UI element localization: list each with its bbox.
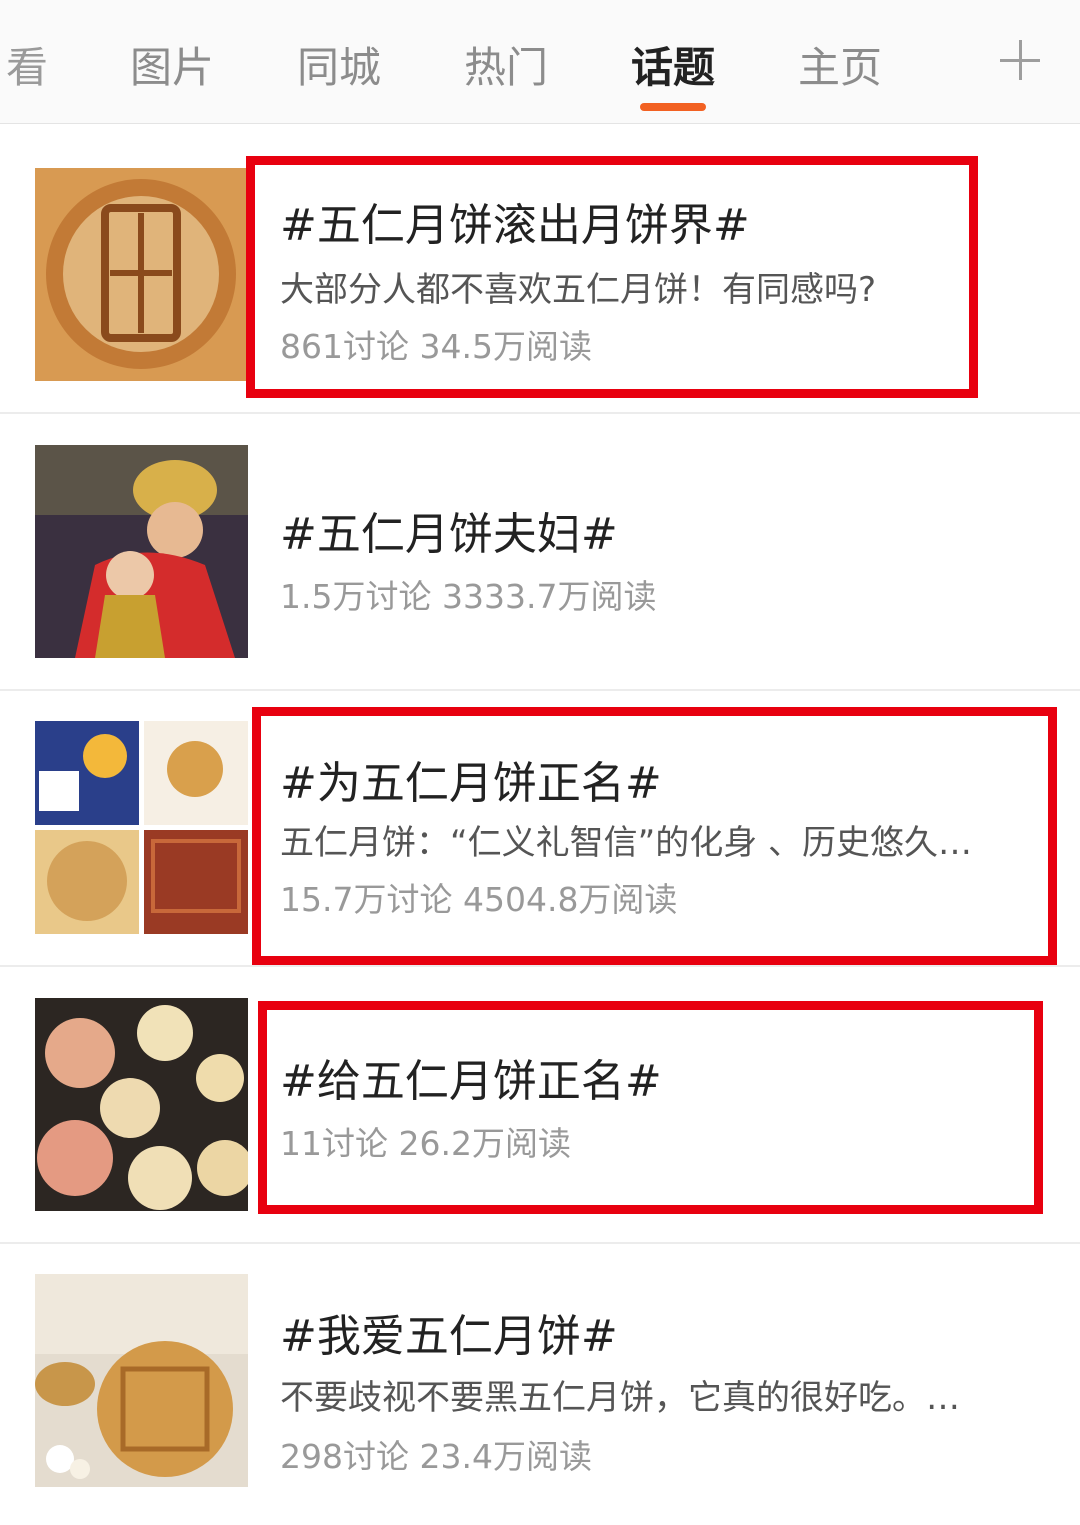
topic-thumbnail <box>35 1274 248 1487</box>
tab-label: 主页 <box>798 43 883 92</box>
tab-bar: 看 图片 同城 热门 话题 主页 <box>0 0 1080 124</box>
tab-homepage[interactable]: 主页 <box>798 40 882 96</box>
tab-label: 热门 <box>464 43 549 92</box>
topic-row[interactable]: #给五仁月饼正名# 11讨论 26.2万阅读 <box>0 967 1080 1242</box>
tab-partial-label: 看 <box>5 43 48 92</box>
topic-title: #我爱五仁月饼# <box>280 1311 618 1362</box>
topic-stats: 298讨论 23.4万阅读 <box>280 1437 592 1476</box>
highlight-box <box>258 1001 1043 1214</box>
tab-local[interactable]: 同城 <box>297 40 381 96</box>
topic-row[interactable]: #五仁月饼滚出月饼界# 大部分人都不喜欢五仁月饼！有同感吗? 861讨论 34.… <box>0 134 1080 412</box>
highlight-box <box>252 707 1057 965</box>
topic-thumbnail <box>35 168 248 381</box>
tab-topics[interactable]: 话题 <box>631 40 716 111</box>
add-tab-icon[interactable] <box>1000 40 1040 80</box>
topic-description: 不要歧视不要黑五仁月饼，它真的很好吃。… <box>280 1378 960 1418</box>
topic-thumbnail <box>35 998 248 1211</box>
tab-label: 图片 <box>130 43 215 92</box>
topic-thumbnail <box>35 721 248 934</box>
topic-stats: 1.5万讨论 3333.7万阅读 <box>280 577 657 616</box>
tab-label: 同城 <box>297 43 382 92</box>
tab-pictures[interactable]: 图片 <box>130 40 214 96</box>
topic-row[interactable]: #五仁月饼夫妇# 1.5万讨论 3333.7万阅读 <box>0 414 1080 689</box>
tab-hot[interactable]: 热门 <box>464 40 548 96</box>
topic-title: #五仁月饼夫妇# <box>280 509 618 560</box>
topic-row[interactable]: #我爱五仁月饼# 不要歧视不要黑五仁月饼，它真的很好吃。… 298讨论 23.4… <box>0 1244 1080 1525</box>
active-tab-indicator <box>640 103 706 111</box>
topic-thumbnail <box>35 445 248 658</box>
tab-label: 话题 <box>631 43 716 92</box>
highlight-box <box>246 156 978 398</box>
tab-partial-offscreen[interactable]: 看 <box>0 40 48 96</box>
topic-row[interactable]: #为五仁月饼正名# 五仁月饼：“仁义礼智信”的化身 、历史悠久… 15.7万讨论… <box>0 691 1080 965</box>
